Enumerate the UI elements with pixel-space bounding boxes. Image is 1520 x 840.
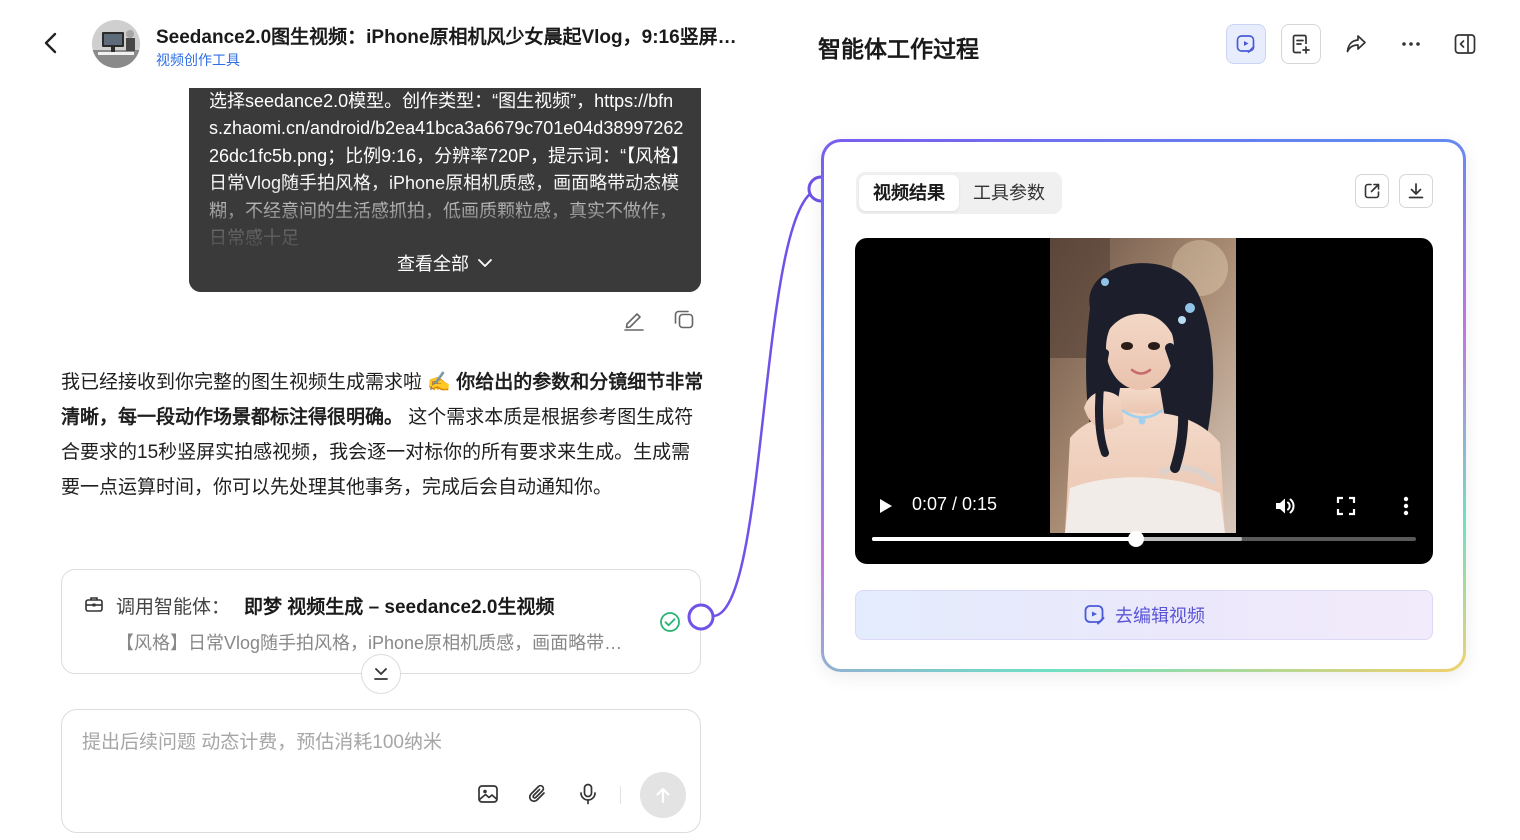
video-edit-icon bbox=[1084, 605, 1105, 625]
result-tabs: 视频结果 工具参数 bbox=[856, 172, 1062, 214]
chevron-left-icon bbox=[44, 32, 57, 54]
notes-button[interactable] bbox=[1281, 24, 1321, 64]
success-check-icon bbox=[659, 611, 681, 633]
view-all-button[interactable]: 查看全部 bbox=[189, 250, 701, 276]
tool-call-title: 调用智能体： 即梦 视频生成 – seedance2.0生视频 bbox=[116, 592, 554, 619]
more-vertical-icon bbox=[1403, 496, 1409, 516]
fullscreen-icon bbox=[1336, 496, 1356, 516]
external-link-icon bbox=[1364, 183, 1380, 199]
video-progress-thumb[interactable] bbox=[1128, 531, 1144, 547]
chat-input-box bbox=[61, 709, 701, 833]
result-card: 视频结果 工具参数 0:07 / 0:15 去编辑视频 bbox=[821, 139, 1466, 672]
copy-message-button[interactable] bbox=[672, 307, 696, 331]
video-progress-bar[interactable] bbox=[872, 531, 1416, 547]
attach-file-button[interactable] bbox=[526, 782, 550, 806]
input-tools bbox=[476, 782, 600, 806]
volume-button[interactable] bbox=[1273, 494, 1297, 518]
tool-call-agent: 即梦 视频生成 – seedance2.0生视频 bbox=[244, 597, 555, 618]
view-all-label: 查看全部 bbox=[397, 254, 469, 274]
video-view-button[interactable] bbox=[1226, 24, 1266, 64]
paperclip-icon bbox=[528, 784, 545, 803]
document-add-icon bbox=[1292, 34, 1310, 54]
pencil-icon bbox=[624, 313, 644, 331]
panel-title: 智能体工作过程 bbox=[818, 36, 979, 62]
edit-video-label: 去编辑视频 bbox=[1115, 606, 1205, 626]
video-progress-played bbox=[872, 537, 1136, 541]
video-time: 0:07 / 0:15 bbox=[912, 494, 998, 514]
chat-input[interactable] bbox=[82, 732, 672, 754]
share-button[interactable] bbox=[1336, 24, 1376, 64]
tool-avatar bbox=[92, 20, 140, 68]
tool-call-prefix: 调用智能体： bbox=[116, 597, 231, 618]
arrow-up-icon bbox=[656, 787, 670, 804]
download-button[interactable] bbox=[1399, 174, 1433, 208]
sidebar-collapse-icon bbox=[1454, 34, 1476, 54]
send-button[interactable] bbox=[640, 772, 686, 818]
volume-icon bbox=[1276, 498, 1295, 514]
message-actions bbox=[622, 307, 696, 331]
microphone-icon bbox=[580, 783, 596, 805]
video-controls: 0:07 / 0:15 bbox=[855, 486, 1433, 564]
tab-video-result[interactable]: 视频结果 bbox=[859, 175, 959, 211]
video-more-button[interactable] bbox=[1399, 494, 1413, 518]
share-icon bbox=[1346, 35, 1366, 53]
video-player[interactable]: 0:07 / 0:15 bbox=[855, 238, 1433, 564]
copy-icon bbox=[674, 310, 694, 329]
play-button[interactable] bbox=[875, 496, 895, 516]
tool-call-detail: 【风格】日常Vlog随手拍风格，iPhone原相机质感，画面略带动态模糊，不经意… bbox=[116, 633, 636, 653]
fullscreen-button[interactable] bbox=[1335, 495, 1357, 517]
toggle-panel-button[interactable] bbox=[1445, 24, 1485, 64]
chevron-down-icon bbox=[478, 259, 492, 267]
toolbox-icon bbox=[84, 594, 104, 614]
more-options-button[interactable] bbox=[1391, 24, 1431, 64]
chat-title: Seedance2.0图生视频：iPhone原相机风少女晨起Vlog，9:16竖… bbox=[156, 27, 746, 48]
image-icon bbox=[478, 785, 498, 803]
collapse-button[interactable] bbox=[361, 654, 401, 694]
reply-text-1: 我已经接收到你完整的图生视频生成需求啦 ✍️ bbox=[61, 372, 457, 393]
collapse-down-icon bbox=[374, 668, 388, 680]
upload-image-button[interactable] bbox=[476, 782, 500, 806]
play-icon bbox=[880, 499, 892, 513]
edit-message-button[interactable] bbox=[622, 307, 646, 331]
download-icon bbox=[1408, 183, 1424, 199]
video-edit-icon bbox=[1236, 35, 1255, 53]
voice-input-button[interactable] bbox=[576, 782, 600, 806]
tool-category-link[interactable]: 视频创作工具 bbox=[156, 50, 240, 70]
more-horizontal-icon bbox=[1402, 42, 1420, 46]
back-button[interactable] bbox=[38, 30, 64, 56]
input-divider bbox=[620, 786, 621, 804]
assistant-reply: 我已经接收到你完整的图生视频生成需求啦 ✍️ 你给出的参数和分镜细节非常清晰，每… bbox=[61, 365, 706, 505]
edit-video-button[interactable]: 去编辑视频 bbox=[855, 590, 1433, 640]
tab-tool-params[interactable]: 工具参数 bbox=[959, 175, 1059, 211]
open-external-button[interactable] bbox=[1355, 174, 1389, 208]
